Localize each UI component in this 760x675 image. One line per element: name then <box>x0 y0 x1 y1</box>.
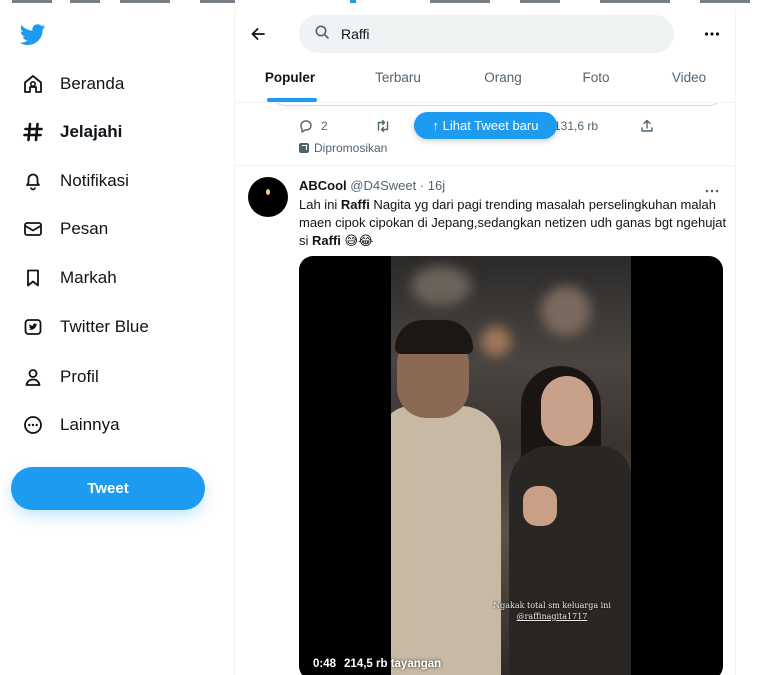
back-arrow-icon[interactable] <box>247 23 269 45</box>
bookmark-icon <box>22 267 44 289</box>
tweet-video[interactable]: Ngakak total sm keluarga ini @raffinagit… <box>299 256 723 675</box>
tweet-header: ABCool @D4Sweet · 16j <box>299 178 445 193</box>
more-options-icon[interactable] <box>701 24 723 44</box>
share-icon <box>641 119 653 132</box>
author-name[interactable]: ABCool <box>299 178 347 193</box>
highlighted-keyword: Raffi <box>340 197 370 212</box>
tab-label: Orang <box>484 70 522 85</box>
active-tab-indicator <box>267 98 317 102</box>
highlighted-keyword: Raffi <box>312 233 341 248</box>
sidebar-item-label: Lainnya <box>60 415 120 434</box>
sidebar-item-pesan[interactable]: Pesan <box>22 211 108 247</box>
sidebar-item-beranda[interactable]: Beranda <box>22 66 124 102</box>
author-handle-time[interactable]: @D4Sweet · 16j <box>350 178 445 193</box>
tab-terbaru[interactable]: Terbaru <box>363 62 433 102</box>
sidebar-item-label: Jelajahi <box>60 122 123 141</box>
video-caption: Ngakak total sm keluarga ini @raffinagit… <box>477 600 627 622</box>
divider <box>235 165 735 166</box>
sidebar-item-notifikasi[interactable]: Notifikasi <box>22 163 129 199</box>
reply-count: 2 <box>321 119 328 133</box>
sidebar-item-twitter-blue[interactable]: Twitter Blue <box>22 309 149 345</box>
views-count[interactable]: 131,6 rb <box>554 116 598 136</box>
video-duration: 0:48 <box>313 658 337 670</box>
promoted-label: Dipromosikan <box>299 140 387 156</box>
sidebar-item-profil[interactable]: Profil <box>22 359 99 395</box>
video-info: 0:48 214,5 rb tayangan <box>313 658 441 670</box>
tweet-text-part: Lah ini <box>299 197 341 212</box>
sidebar-item-label: Markah <box>60 268 117 287</box>
search-box[interactable] <box>299 15 674 53</box>
tab-label: Populer <box>264 70 316 85</box>
show-new-tweets-button[interactable]: ↑ Lihat Tweet baru <box>414 112 557 139</box>
sidebar-item-label: Twitter Blue <box>60 317 149 336</box>
tab-foto[interactable]: Foto <box>561 62 631 102</box>
tweet-text: Lah ini Raffi Nagita yg dari pagi trendi… <box>299 196 727 250</box>
tweet-button[interactable]: Tweet <box>11 467 205 510</box>
video-views: 214,5 rb tayangan <box>344 658 442 670</box>
share-button[interactable] <box>640 116 654 136</box>
tweet-more-icon[interactable] <box>705 180 721 193</box>
sidebar-item-label: Profil <box>60 367 99 386</box>
browser-top-strip <box>0 0 760 10</box>
video-frame: Ngakak total sm keluarga ini @raffinagit… <box>391 256 631 675</box>
tab-label: Terbaru <box>375 70 421 85</box>
search-header: Populer Terbaru Orang Foto Video <box>235 10 735 103</box>
hashtag-icon <box>22 121 44 143</box>
retweet-button[interactable] <box>375 116 391 136</box>
reply-button[interactable]: 2 <box>299 116 328 136</box>
avatar[interactable] <box>248 177 288 217</box>
promoted-icon <box>299 143 309 153</box>
search-tabs: Populer Terbaru Orang Foto Video <box>235 62 735 102</box>
search-icon <box>315 25 329 44</box>
sidebar: Beranda Jelajahi Notifikasi Pesan Markah… <box>0 10 234 675</box>
views-label: 131,6 rb <box>554 119 599 133</box>
sidebar-item-markah[interactable]: Markah <box>22 260 117 296</box>
search-input[interactable] <box>341 26 641 42</box>
more-circle-icon <box>22 414 44 436</box>
twitter-blue-icon <box>22 316 44 338</box>
person-icon <box>22 366 44 388</box>
sidebar-item-lainnya[interactable]: Lainnya <box>22 407 120 443</box>
home-icon <box>22 73 44 95</box>
tab-label: Video <box>671 70 707 85</box>
video-caption-line: Ngakak total sm keluarga ini <box>493 601 611 610</box>
tab-orang[interactable]: Orang <box>468 62 538 102</box>
promoted-text: Dipromosikan <box>314 141 388 155</box>
main-column: Populer Terbaru Orang Foto Video 2 <box>234 10 736 675</box>
bell-icon <box>22 170 44 192</box>
sidebar-item-label: Notifikasi <box>60 171 129 190</box>
sidebar-item-label: Beranda <box>60 74 125 93</box>
sidebar-item-jelajahi[interactable]: Jelajahi <box>22 114 122 150</box>
tab-video[interactable]: Video <box>654 62 724 102</box>
sidebar-item-label: Pesan <box>60 219 109 238</box>
tab-populer[interactable]: Populer <box>255 62 325 102</box>
tweet-emoji: 😅😂 <box>344 233 374 248</box>
twitter-bird-icon[interactable] <box>19 24 46 46</box>
video-caption-handle: @raffinagita1717 <box>516 612 588 621</box>
envelope-icon <box>22 218 44 240</box>
reply-icon <box>300 120 312 133</box>
retweet-icon <box>377 119 389 133</box>
tab-label: Foto <box>582 70 610 85</box>
